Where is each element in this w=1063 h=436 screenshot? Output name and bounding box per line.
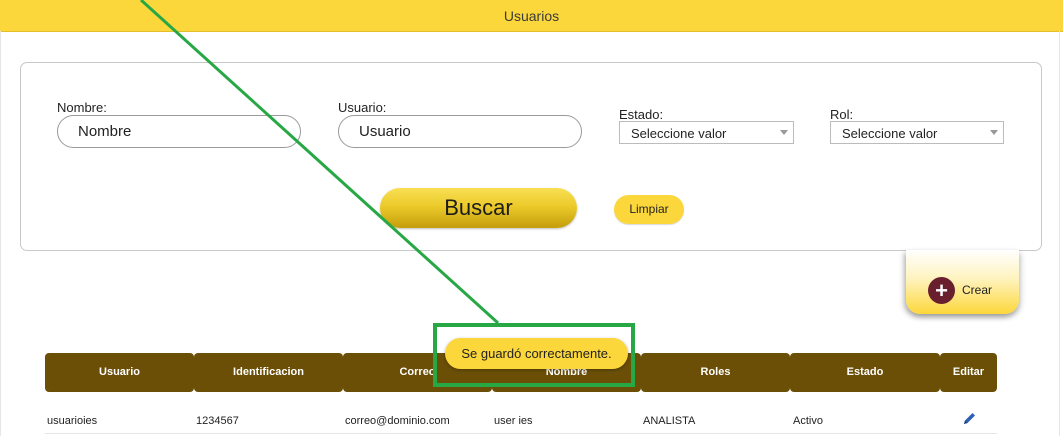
chevron-down-icon <box>780 130 788 135</box>
nombre-label: Nombre: <box>57 100 107 115</box>
left-border <box>0 31 1 436</box>
cell-estado: Activo <box>793 415 823 427</box>
column-header-estado[interactable]: Estado <box>790 353 940 392</box>
page-title: Usuarios <box>503 8 560 24</box>
rol-label: Rol: <box>830 107 854 122</box>
column-header-usuario[interactable]: Usuario <box>45 353 194 392</box>
column-header-editar: Editar <box>940 353 997 392</box>
row-divider <box>45 433 997 434</box>
right-border <box>1059 31 1060 436</box>
nombre-input[interactable] <box>57 115 301 148</box>
cell-roles: ANALISTA <box>643 415 696 427</box>
plus-circle-icon: + <box>928 277 955 304</box>
column-header-identificacion[interactable]: Identificacion <box>194 353 343 392</box>
rol-select-value: Seleccione valor <box>842 126 938 141</box>
chevron-down-icon <box>990 130 998 135</box>
buscar-button[interactable]: Buscar <box>380 188 577 228</box>
annotation-highlight-box <box>433 323 635 387</box>
crear-label: Crear <box>962 283 993 297</box>
estado-select[interactable]: Seleccione valor <box>619 121 794 144</box>
column-header-roles[interactable]: Roles <box>641 353 790 392</box>
usuario-input[interactable] <box>338 115 582 148</box>
cell-usuario: usuarioies <box>47 415 98 427</box>
cell-correo: correo@dominio.com <box>345 415 450 427</box>
crear-button[interactable]: + Crear <box>906 250 1019 314</box>
usuario-label: Usuario: <box>338 100 387 115</box>
cell-nombre: user ies <box>494 415 533 427</box>
pencil-icon[interactable] <box>962 412 978 426</box>
estado-label: Estado: <box>619 107 664 122</box>
header-bar: Usuarios <box>0 0 1063 32</box>
limpiar-button[interactable]: Limpiar <box>614 195 684 224</box>
rol-select[interactable]: Seleccione valor <box>830 121 1004 144</box>
estado-select-value: Seleccione valor <box>631 126 727 141</box>
cell-identificacion: 1234567 <box>196 415 239 427</box>
